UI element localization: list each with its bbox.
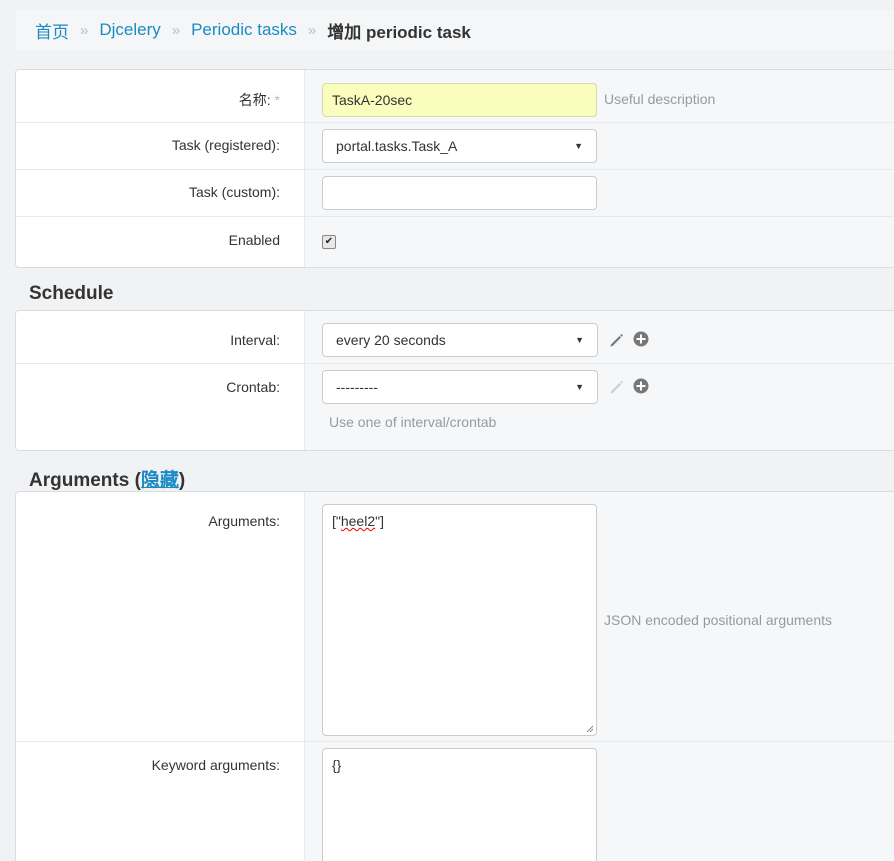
- task-custom-label: Task (custom):: [188, 184, 280, 200]
- add-interval-plus-icon[interactable]: [632, 330, 650, 348]
- form-row-arguments: Arguments: ["heel2"] JSON encoded positi…: [16, 492, 894, 742]
- arguments-label: Arguments:: [208, 513, 280, 529]
- breadcrumb-separator: »: [80, 21, 89, 39]
- arguments-title-suffix: ): [178, 470, 186, 491]
- chevron-down-icon: ▼: [575, 335, 584, 345]
- name-label: 名称: *: [16, 90, 280, 110]
- breadcrumb-home-link[interactable]: 首页: [35, 18, 69, 43]
- general-fieldset: 名称: * TaskA-20sec Useful description Tas…: [15, 69, 894, 268]
- interval-label: Interval:: [230, 332, 280, 348]
- edit-interval-pencil-icon[interactable]: [608, 331, 626, 349]
- task-custom-input[interactable]: [322, 176, 597, 210]
- name-input[interactable]: TaskA-20sec: [322, 83, 597, 117]
- arguments-hide-toggle-link[interactable]: 隐藏: [141, 470, 179, 491]
- breadcrumb-separator: »: [171, 21, 181, 39]
- arguments-textarea[interactable]: ["heel2"]: [322, 504, 597, 736]
- arguments-help-text: JSON encoded positional arguments: [604, 612, 833, 628]
- form-row-name: 名称: * TaskA-20sec Useful description: [16, 70, 894, 123]
- keyword-arguments-label: Keyword arguments:: [151, 757, 280, 773]
- schedule-fieldset: Interval: every 20 seconds ▼ Crontab: --…: [15, 310, 894, 451]
- chevron-down-icon: ▼: [575, 382, 584, 392]
- keyword-arguments-textarea[interactable]: {}: [322, 748, 597, 861]
- arguments-value-open: [": [332, 513, 341, 529]
- form-row-enabled: Enabled ✔: [16, 217, 894, 267]
- arguments-value-close: "]: [375, 513, 384, 529]
- arguments-value-word: heel2: [340, 513, 376, 529]
- arguments-title-text: Arguments (: [29, 470, 141, 491]
- enabled-label: Enabled: [228, 232, 280, 248]
- interval-select[interactable]: every 20 seconds ▼: [322, 323, 598, 357]
- arguments-section-title: Arguments (隐藏): [29, 465, 185, 492]
- form-row-task-registered: Task (registered): portal.tasks.Task_A ▼: [16, 123, 894, 170]
- breadcrumb-app-link[interactable]: Djcelery: [99, 20, 160, 40]
- breadcrumb-current: 增加 periodic task: [327, 22, 471, 42]
- breadcrumb-separator: »: [307, 21, 317, 39]
- add-crontab-plus-icon[interactable]: [632, 377, 650, 395]
- resize-handle-icon[interactable]: [586, 725, 594, 733]
- crontab-selected-value: ---------: [336, 379, 378, 395]
- task-registered-label: Task (registered):: [171, 137, 280, 153]
- enabled-checkbox[interactable]: ✔: [322, 235, 336, 249]
- name-help-text: Useful description: [604, 91, 716, 107]
- form-row-interval: Interval: every 20 seconds ▼: [16, 311, 894, 364]
- crontab-label: Crontab:: [226, 379, 280, 395]
- form-row-task-custom: Task (custom):: [16, 170, 894, 217]
- arguments-fieldset: Arguments: ["heel2"] JSON encoded positi…: [15, 491, 894, 861]
- form-row-keyword-arguments: Keyword arguments: {}: [16, 742, 894, 861]
- schedule-section-title: Schedule: [29, 283, 114, 304]
- form-row-crontab: Crontab: --------- ▼ Use one of interval…: [16, 364, 894, 450]
- breadcrumb: 首页 » Djcelery » Periodic tasks » 增加 peri…: [16, 10, 894, 50]
- required-marker: *: [274, 92, 280, 108]
- name-label-text: 名称:: [238, 92, 271, 108]
- interval-selected-value: every 20 seconds: [336, 332, 446, 348]
- chevron-down-icon: ▼: [574, 141, 583, 151]
- crontab-select[interactable]: --------- ▼: [322, 370, 598, 404]
- task-registered-select[interactable]: portal.tasks.Task_A ▼: [322, 129, 597, 163]
- edit-crontab-pencil-icon: [610, 381, 623, 394]
- breadcrumb-model-link[interactable]: Periodic tasks: [191, 20, 297, 40]
- task-registered-selected-value: portal.tasks.Task_A: [336, 138, 458, 154]
- schedule-help-text: Use one of interval/crontab: [329, 414, 497, 430]
